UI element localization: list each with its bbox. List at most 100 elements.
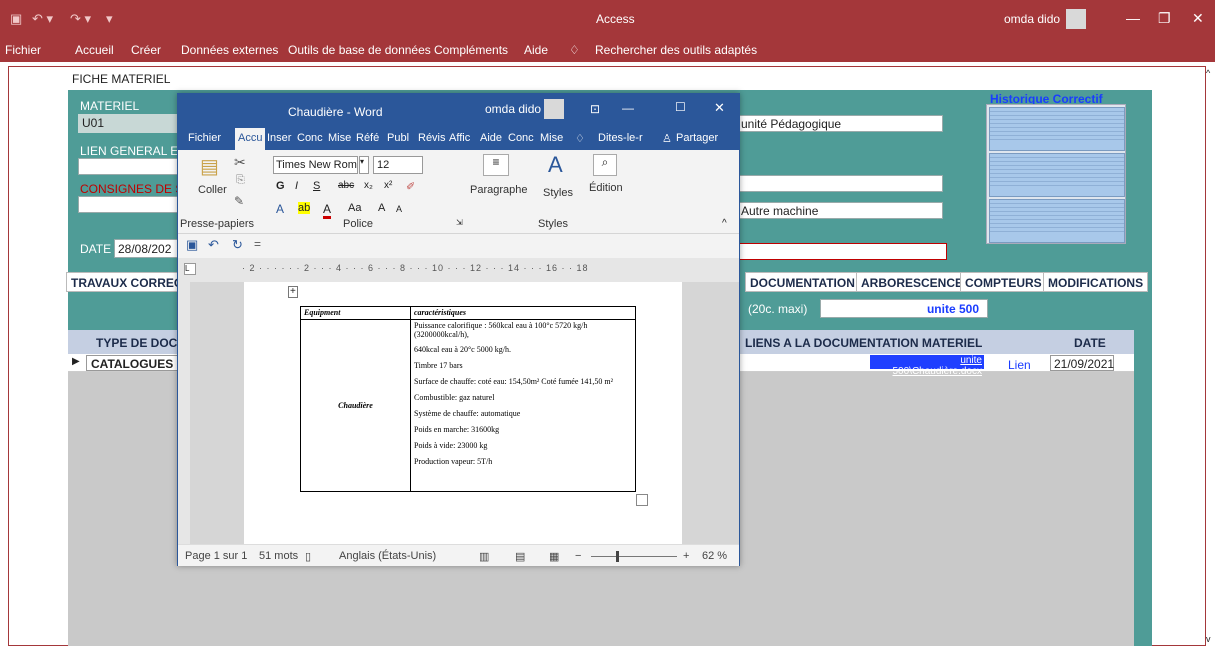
word-tab-insertion[interactable]: Inser (267, 132, 291, 144)
redo-icon[interactable]: ↷ ▾ (70, 11, 91, 27)
underline-icon[interactable]: S (313, 180, 320, 192)
date-field[interactable]: 28/08/202 (114, 239, 178, 258)
word-tab-revision[interactable]: Révis (418, 132, 446, 144)
scroll-up-icon[interactable]: ^ (1206, 68, 1210, 78)
proofing-icon[interactable]: ▯ (305, 550, 311, 563)
word-tab-aide[interactable]: Aide (480, 132, 502, 144)
word-count[interactable]: 51 mots (259, 550, 298, 562)
minimize-icon[interactable]: — (1126, 10, 1140, 26)
grow-font-icon[interactable]: A (378, 202, 385, 214)
user-name[interactable]: omda dido (1004, 12, 1060, 26)
share-button[interactable]: Partager (676, 132, 718, 144)
italic-icon[interactable]: I (295, 180, 298, 192)
type-doc-cell[interactable]: CATALOGUES (86, 355, 186, 371)
editing-button[interactable]: Édition (589, 182, 623, 194)
table-move-handle-icon[interactable]: + (288, 286, 298, 298)
blank-field[interactable] (737, 175, 943, 192)
print-layout-icon[interactable]: ▤ (515, 550, 525, 563)
subscript-icon[interactable]: x₂ (364, 180, 373, 191)
restore-icon[interactable]: ❐ (1158, 10, 1171, 27)
tab-creer[interactable]: Créer (131, 43, 161, 57)
bold-icon[interactable]: G (276, 180, 285, 192)
undo-icon[interactable]: ↶ ▾ (32, 11, 53, 27)
date-cell[interactable]: 21/09/2021 (1050, 355, 1114, 371)
font-name-select[interactable]: Times New Roman (Titre (273, 156, 358, 174)
tab-fichier[interactable]: Fichier (5, 43, 41, 57)
word-tab-publipostage[interactable]: Publ (387, 132, 409, 144)
red-field[interactable] (737, 243, 947, 260)
close-icon[interactable]: ✕ (1192, 10, 1204, 27)
web-layout-icon[interactable]: ▦ (549, 550, 559, 563)
zoom-slider-thumb[interactable] (616, 551, 619, 562)
lien-general-field[interactable] (78, 158, 178, 175)
lien-button[interactable]: Lien (1008, 358, 1031, 372)
autre-machine-field[interactable]: Autre machine (737, 202, 943, 219)
word-redo-icon[interactable]: ↻ (232, 237, 243, 253)
tab-travaux-correctifs[interactable]: TRAVAUX CORREC (66, 272, 188, 292)
historique-preview[interactable] (986, 104, 1126, 244)
word-tab-fichier[interactable]: Fichier (188, 132, 221, 144)
paragraph-icon[interactable]: ≡ (483, 154, 509, 176)
styles-button[interactable]: Styles (543, 187, 573, 199)
characteristics-table[interactable]: Equipment caractéristiques Chaudière Pui… (300, 305, 636, 492)
word-tab-references[interactable]: Réfé (356, 132, 379, 144)
paragraph-button[interactable]: Paragraphe (470, 184, 528, 196)
tab-aide[interactable]: Aide (524, 43, 548, 57)
tab-accueil[interactable]: Accueil (75, 43, 114, 57)
record-selector-icon[interactable]: ▶ (72, 356, 80, 367)
zoom-level[interactable]: 62 % (702, 550, 727, 562)
word-tab-affichage[interactable]: Affic (449, 132, 470, 144)
format-painter-icon[interactable]: ✎ (234, 194, 244, 208)
tab-selector[interactable]: L (184, 263, 196, 275)
paste-button[interactable]: Coller (198, 184, 227, 196)
tab-documentation[interactable]: DOCUMENTATION (745, 272, 860, 292)
strikethrough-icon[interactable]: abc (338, 180, 354, 191)
tab-compteurs[interactable]: COMPTEURS (960, 272, 1047, 292)
word-maximize-icon[interactable]: ☐ (675, 100, 686, 114)
tell-me-search[interactable]: Dites-le-r (598, 132, 643, 144)
collapse-ribbon-icon[interactable]: ^ (722, 218, 727, 229)
zoom-in-icon[interactable]: + (683, 550, 689, 562)
form-tab-title[interactable]: FICHE MATERIEL (72, 72, 170, 86)
scroll-down-icon[interactable]: v (1206, 634, 1211, 644)
document-page[interactable]: + Equipment caractéristiques Chaudière P… (244, 282, 682, 544)
change-case-icon[interactable]: Aa (348, 202, 361, 214)
tab-modifications[interactable]: MODIFICATIONS (1043, 272, 1149, 292)
styles-icon[interactable]: A (548, 152, 563, 178)
consignes-field[interactable] (78, 196, 178, 213)
tab-complements[interactable]: Compléments (434, 43, 508, 57)
table-resize-handle[interactable] (636, 494, 648, 506)
zoom-slider[interactable] (591, 556, 677, 557)
tell-me-search[interactable]: Rechercher des outils adaptés (595, 43, 757, 57)
word-close-icon[interactable]: ✕ (714, 100, 725, 116)
doc-link-cell[interactable]: unite 500\Chaudière.docx (870, 355, 984, 377)
word-tab-mise-en-page-table[interactable]: Mise (540, 132, 563, 144)
superscript-icon[interactable]: x² (384, 180, 392, 191)
text-effects-icon[interactable]: A (276, 202, 284, 216)
page-count[interactable]: Page 1 sur 1 (185, 550, 247, 562)
word-minimize-icon[interactable]: — (622, 101, 634, 115)
avatar[interactable] (1066, 9, 1086, 29)
highlight-icon[interactable]: ab (298, 202, 311, 214)
font-color-icon[interactable]: A (323, 202, 332, 219)
save-icon[interactable]: ▣ (10, 11, 22, 27)
font-name-dropdown-icon[interactable]: ▾ (359, 156, 369, 174)
word-avatar[interactable] (544, 99, 564, 119)
tab-arborescence[interactable]: ARBORESCENCE (856, 272, 969, 292)
word-undo-icon[interactable]: ↶ (208, 237, 219, 253)
font-dialog-icon[interactable]: ⇲ (456, 218, 463, 227)
cut-icon[interactable]: ✂ (234, 154, 246, 171)
clear-format-icon[interactable]: ✐ (406, 180, 415, 193)
nom-dossier-field[interactable]: unite 500 (820, 299, 988, 318)
search-icon[interactable]: ⌕ (593, 154, 617, 176)
tab-outils-bdd[interactable]: Outils de base de données (288, 43, 431, 57)
language[interactable]: Anglais (États-Unis) (339, 550, 436, 562)
shrink-font-icon[interactable]: A (396, 204, 402, 214)
zoom-out-icon[interactable]: − (575, 550, 581, 562)
unite-field[interactable]: unité Pédagogique (737, 115, 943, 132)
word-tab-accueil[interactable]: Accu (235, 128, 266, 150)
ribbon-display-icon[interactable]: ⊡ (590, 102, 600, 116)
tab-donnees-externes[interactable]: Données externes (181, 43, 278, 57)
word-tab-mise-en-page[interactable]: Mise (328, 132, 351, 144)
word-user-name[interactable]: omda dido (485, 102, 541, 116)
